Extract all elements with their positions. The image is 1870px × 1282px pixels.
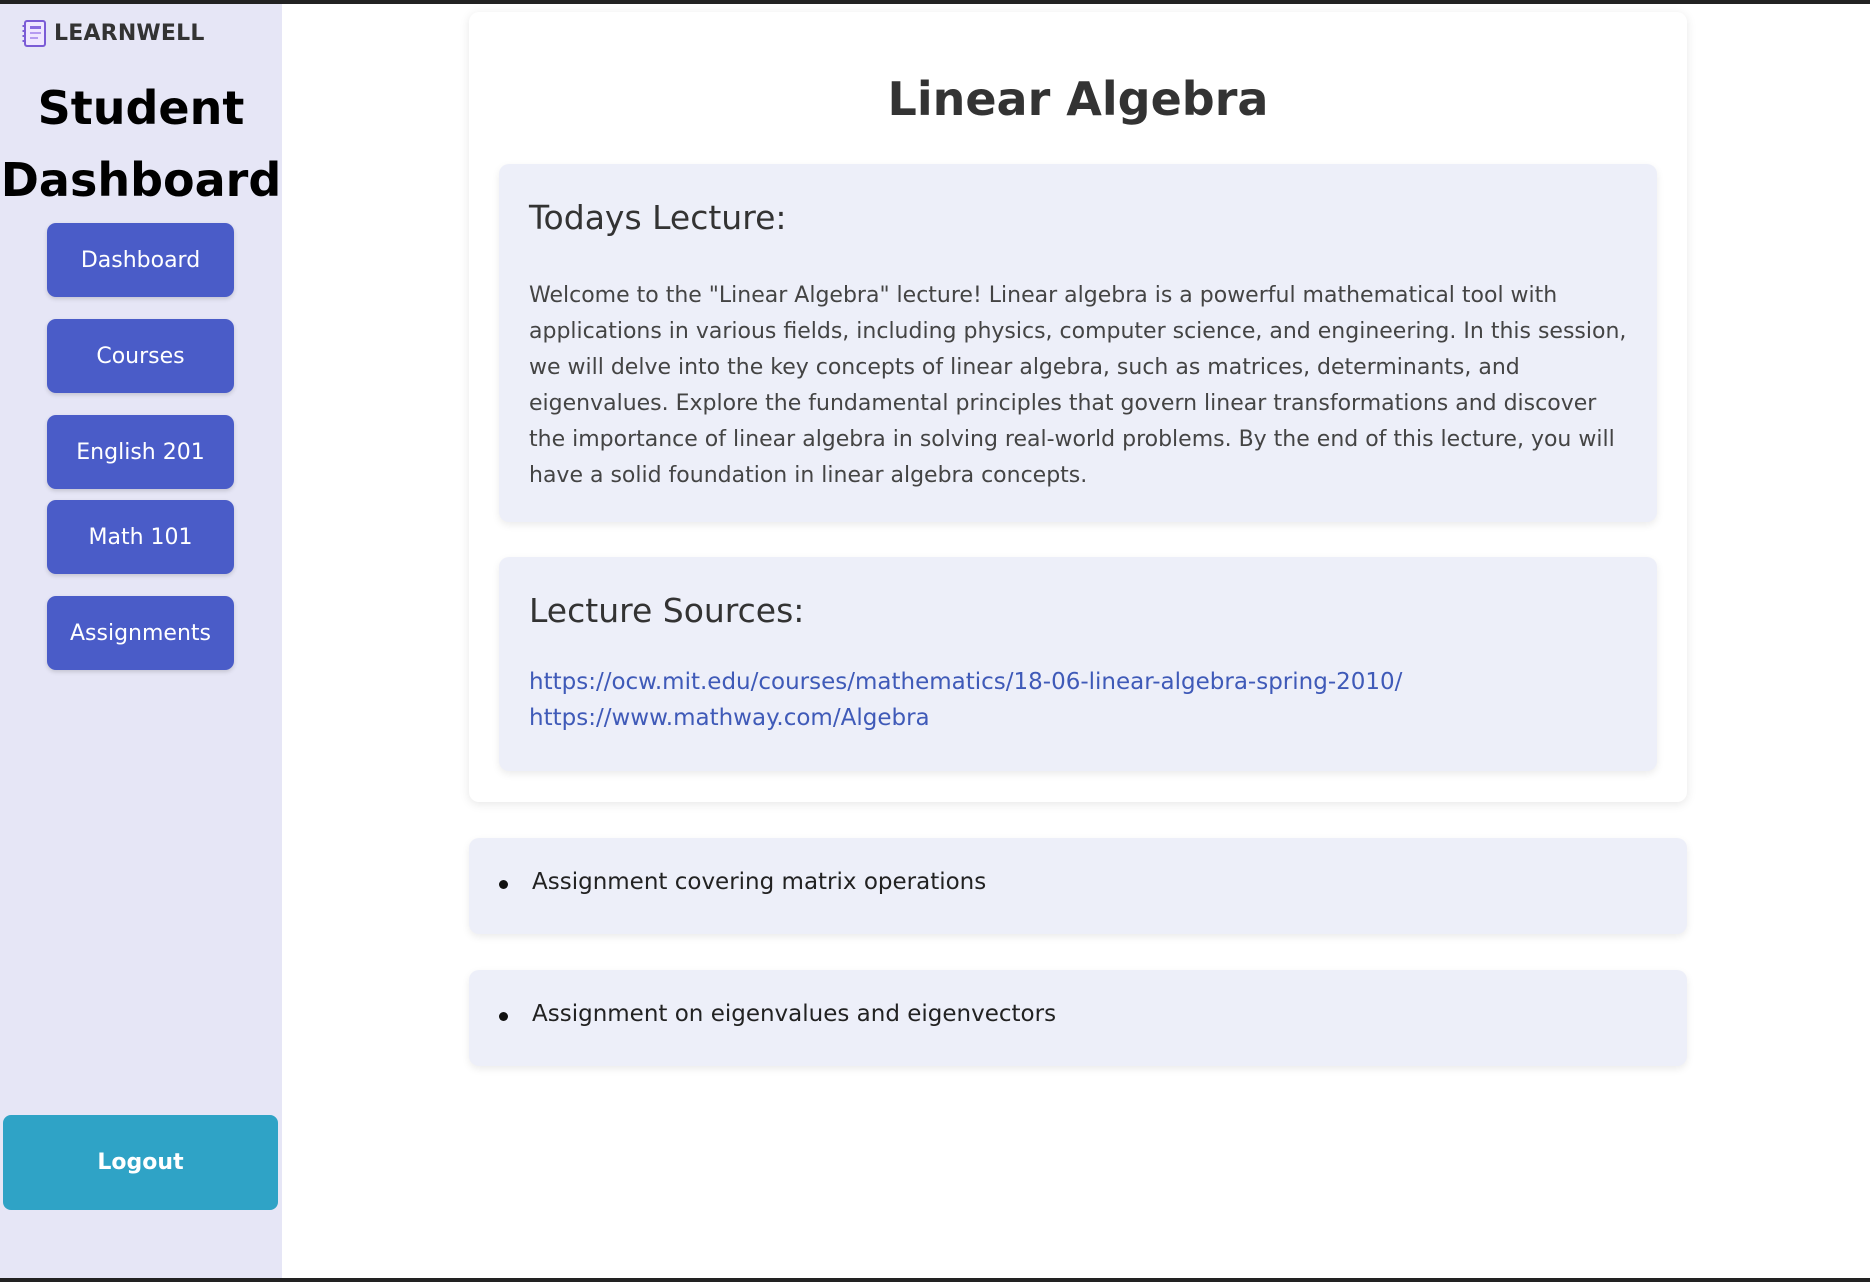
lecture-heading: Todays Lecture:	[529, 198, 787, 237]
nav-courses-button[interactable]: Courses	[47, 319, 234, 393]
assignment-text: Assignment covering matrix operations	[532, 869, 987, 895]
bullet-icon	[499, 880, 508, 889]
brand[interactable]: LEARNWELL	[22, 18, 205, 48]
app-window: LEARNWELL Student Dashboard Dashboard Co…	[0, 0, 1870, 1282]
notebook-icon	[22, 20, 46, 47]
nav-english-201-button[interactable]: English 201	[47, 415, 234, 489]
source-link-mit[interactable]: https://ocw.mit.edu/courses/mathematics/…	[529, 669, 1402, 695]
page-title-line1: Student	[37, 81, 245, 135]
sources-panel: Lecture Sources: https://ocw.mit.edu/cou…	[499, 557, 1657, 771]
sources-heading: Lecture Sources:	[529, 591, 805, 630]
course-card: Linear Algebra Todays Lecture: Welcome t…	[469, 12, 1687, 802]
assignment-item[interactable]: Assignment on eigenvalues and eigenvecto…	[469, 970, 1687, 1066]
page-title-line2: Dashboard	[0, 153, 282, 207]
nav-dashboard-button[interactable]: Dashboard	[47, 223, 234, 297]
bullet-icon	[499, 1012, 508, 1021]
source-link-mathway[interactable]: https://www.mathway.com/Algebra	[529, 705, 930, 731]
assignment-item[interactable]: Assignment covering matrix operations	[469, 838, 1687, 934]
nav-assignments-button[interactable]: Assignments	[47, 596, 234, 670]
assignment-text: Assignment on eigenvalues and eigenvecto…	[532, 1001, 1057, 1027]
course-title: Linear Algebra	[887, 72, 1269, 126]
lecture-panel: Todays Lecture: Welcome to the "Linear A…	[499, 164, 1657, 522]
sidebar: LEARNWELL Student Dashboard Dashboard Co…	[0, 4, 282, 1278]
brand-name: LEARNWELL	[54, 20, 205, 46]
logout-button[interactable]: Logout	[3, 1115, 278, 1210]
nav-math-101-button[interactable]: Math 101	[47, 500, 234, 574]
lecture-description: Welcome to the "Linear Algebra" lecture!…	[529, 283, 1627, 488]
page-title: Student Dashboard	[0, 72, 282, 216]
